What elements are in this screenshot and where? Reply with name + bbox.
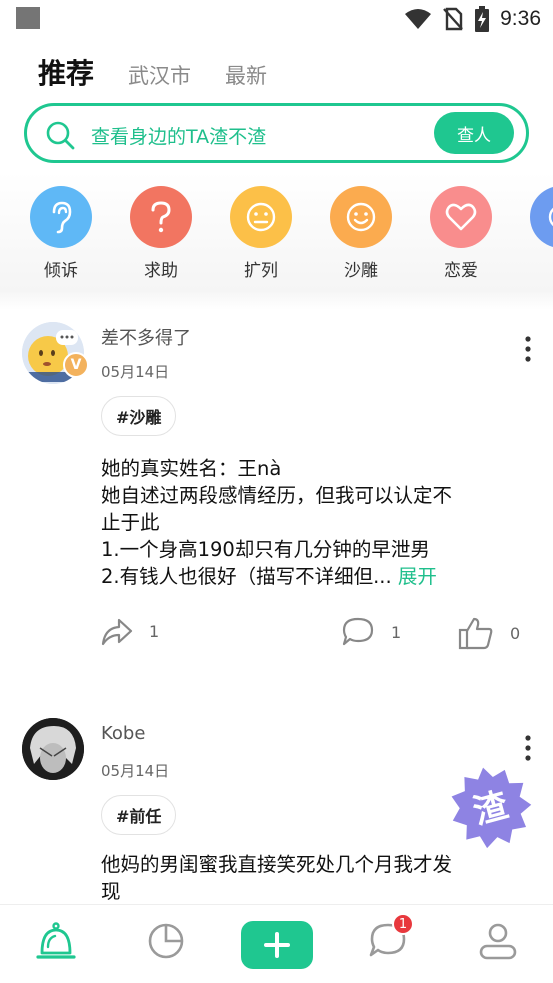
category-confide[interactable]: 倾诉 [28,186,94,281]
expand-link[interactable]: 展开 [398,565,437,588]
neutral-face-icon [230,186,292,248]
post-actions: 1 1 0 [101,616,531,652]
bottom-nav: 1 [0,904,553,983]
post-body[interactable]: 他妈的男闺蜜我直接笑死处几个月我才发 现 [101,851,526,905]
thumbs-up-icon [458,617,493,650]
top-tabs: 推荐 武汉市 最新 [38,52,267,92]
post-line: 他妈的男闺蜜我直接笑死处几个月我才发 [101,853,453,876]
post-body[interactable]: 她的真实姓名：王nà 她自述过两段感情经历，但我可以认定不 止于此 1.一个身高… [101,455,526,590]
status-time: 9:36 [500,7,541,30]
category-annoyed[interactable]: 烦 [528,186,553,281]
post-author[interactable]: Kobe [101,723,145,744]
status-icons: 9:36 [404,5,541,33]
like-action[interactable]: 0 [458,616,520,650]
post-line: 止于此 [101,511,160,534]
comment-action[interactable]: 1 [341,616,401,648]
heart-icon [430,186,492,248]
nav-profile[interactable] [476,919,520,963]
section-divider [0,292,553,310]
post-line-text: 2.有钱人也很好（描写不详细但... [101,565,392,588]
post-line: 1.一个身高190却只有几分钟的早泄男 [101,538,430,561]
bell-home-icon [36,922,76,959]
create-post-button[interactable] [241,921,313,969]
category-make-friends[interactable]: 扩列 [228,186,294,281]
ear-icon [30,186,92,248]
category-help[interactable]: 求助 [128,186,194,281]
smile-face-icon [330,186,392,248]
post-tag[interactable]: #沙雕 [101,396,177,436]
battery-charging-icon [475,6,490,32]
status-bar: 9:36 [0,0,553,40]
share-count: 1 [149,621,160,641]
post-line: 她的真实姓名：王nà [101,457,282,480]
search-placeholder[interactable]: 查看身边的TA渣不渣 [91,122,266,149]
category-funny[interactable]: 沙雕 [328,186,394,281]
app-notification-icon [16,7,40,29]
category-label: 沙雕 [344,261,378,281]
post-date: 05月14日 [101,762,170,780]
post-line: 她自述过两段感情经历，但我可以认定不 [101,484,453,507]
nav-stats[interactable] [144,919,188,963]
tab-city[interactable]: 武汉市 [128,60,191,90]
search-bar[interactable]: 查看身边的TA渣不渣 查人 [24,103,529,163]
nav-messages[interactable]: 1 [366,913,414,963]
category-label: 恋爱 [444,261,478,281]
tab-latest[interactable]: 最新 [225,60,267,90]
comment-count: 1 [391,622,402,642]
scumbag-stamp-icon: 渣 [451,767,532,849]
tab-recommended[interactable]: 推荐 [38,52,94,92]
post-line: 2.有钱人也很好（描写不详细但... 展开 [101,563,526,590]
post-tag[interactable]: #前任 [101,795,177,835]
more-options-icon[interactable] [521,734,535,764]
more-options-icon[interactable] [521,335,535,365]
post-line: 现 [101,880,121,903]
avatar[interactable] [22,718,84,780]
share-icon [101,618,133,646]
post-date: 05月14日 [101,363,170,381]
search-people-button[interactable]: 查人 [434,112,514,154]
category-label: 倾诉 [44,261,78,281]
plus-icon [264,932,290,958]
post-author[interactable]: 差不多得了 [101,324,191,350]
like-count: 0 [510,623,521,643]
message-badge: 1 [392,913,414,935]
user-icon [479,923,517,960]
verified-badge: V [63,352,89,378]
category-label: 求助 [144,261,178,281]
category-label: 烦 [528,256,553,281]
share-action[interactable]: 1 [101,616,159,646]
no-sim-icon [443,7,464,31]
category-love[interactable]: 恋爱 [428,186,494,281]
wifi-icon [405,9,432,29]
category-label: 扩列 [244,261,278,281]
nav-home[interactable] [34,919,78,963]
category-row: 倾诉 求助 扩列 沙雕 恋爱 烦 [0,172,553,292]
question-icon [130,186,192,248]
search-icon [46,121,75,150]
pie-chart-icon [148,923,184,959]
comment-icon [342,617,374,646]
partial-icon [530,186,553,248]
